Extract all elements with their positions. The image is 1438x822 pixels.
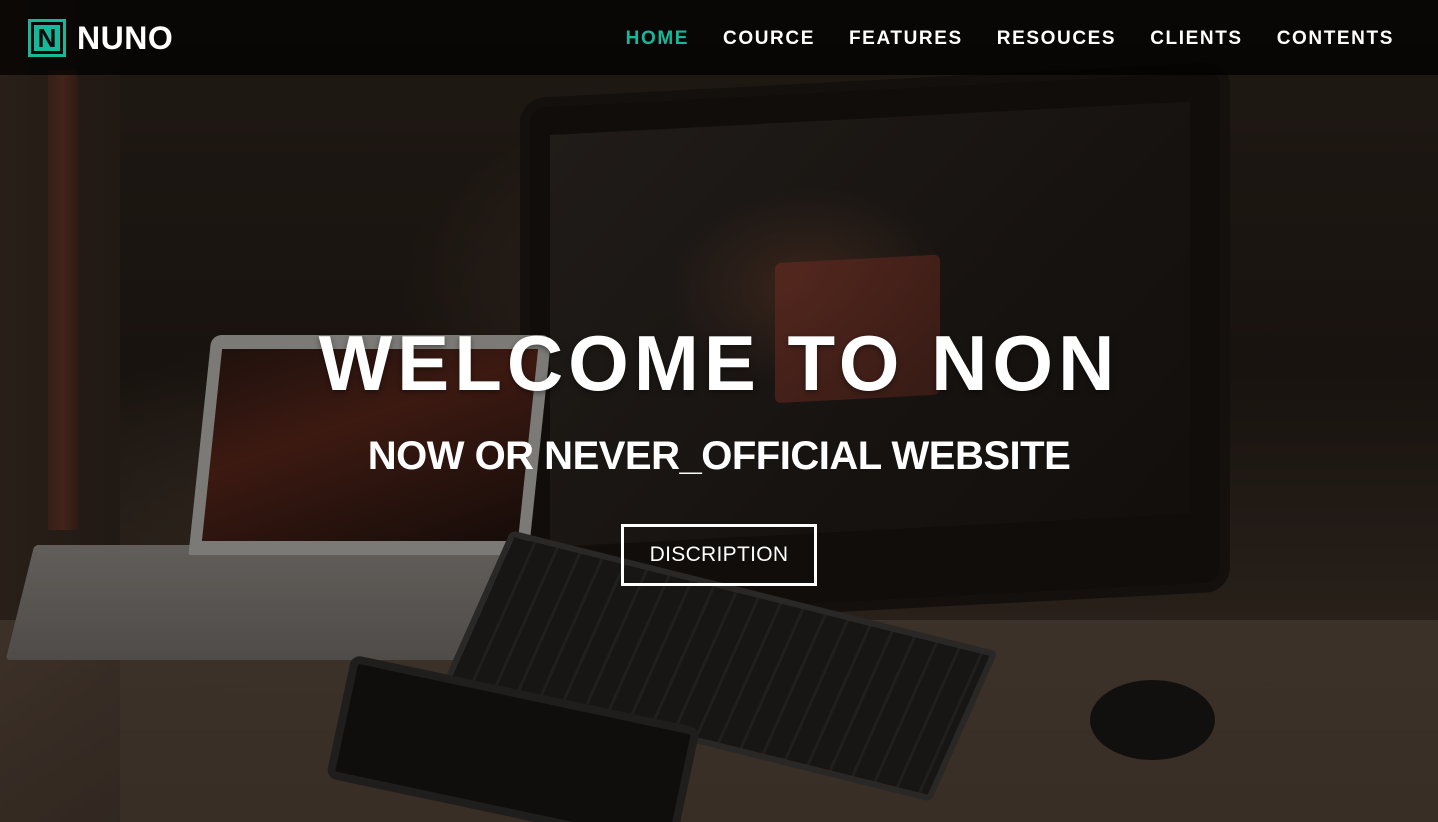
nav-link-clients[interactable]: CLIENTS — [1150, 28, 1242, 49]
hero-subtitle: NOW OR NEVER_OFFICIAL WEBSITE — [367, 434, 1071, 478]
nav-item-features: FEATURES — [849, 28, 963, 50]
hero-section: N NUNO HOME COURCE FEATURES RESOUCES CLI… — [0, 0, 1438, 822]
hero-title: WELCOME TO NON — [318, 319, 1120, 407]
nav-item-cource: COURCE — [723, 28, 815, 50]
nav-link-resouces[interactable]: RESOUCES — [997, 28, 1116, 49]
brand-logo-letter: N — [34, 25, 60, 51]
nav-item-contents: CONTENTS — [1277, 28, 1394, 50]
brand-logo-icon: N — [28, 19, 66, 57]
main-nav: HOME COURCE FEATURES RESOUCES CLIENTS CO… — [626, 28, 1394, 50]
nav-item-resouces: RESOUCES — [997, 28, 1116, 50]
nav-link-contents[interactable]: CONTENTS — [1277, 28, 1394, 49]
brand-name: NUNO — [77, 19, 174, 56]
background-overlay — [0, 0, 1438, 822]
brand-logo-link[interactable]: N NUNO — [28, 19, 173, 57]
nav-item-home: HOME — [626, 28, 689, 50]
nav-link-home[interactable]: HOME — [626, 28, 689, 49]
discription-button[interactable]: DISCRIPTION — [621, 524, 817, 586]
nav-link-cource[interactable]: COURCE — [723, 28, 815, 49]
top-navbar: N NUNO HOME COURCE FEATURES RESOUCES CLI… — [0, 0, 1438, 75]
nav-item-clients: CLIENTS — [1150, 28, 1242, 50]
nav-link-features[interactable]: FEATURES — [849, 28, 963, 49]
